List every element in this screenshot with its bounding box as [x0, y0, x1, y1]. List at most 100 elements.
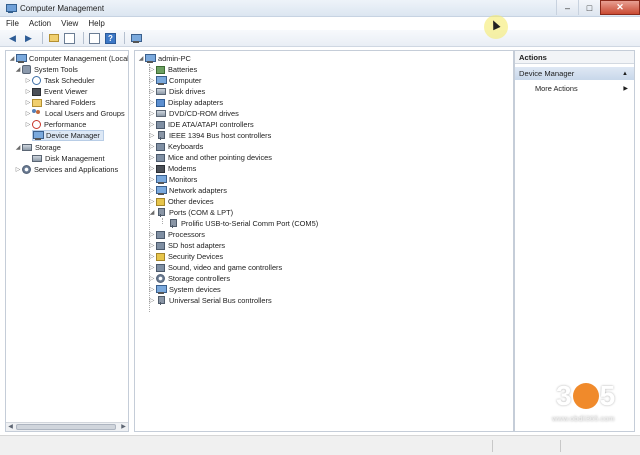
menu-action[interactable]: Action: [29, 19, 51, 28]
expand-arrow-icon[interactable]: ▷: [24, 121, 32, 128]
device-category-network-adapters[interactable]: ▷ Network adapters: [148, 185, 227, 196]
monitor-icon: [156, 175, 167, 184]
expand-arrow-icon[interactable]: ▷: [148, 275, 156, 282]
collapse-arrow-icon[interactable]: ◢: [137, 55, 145, 62]
device-category-keyboards[interactable]: ▷ Keyboards: [148, 141, 204, 152]
window-title: Computer Management: [20, 3, 105, 13]
expand-arrow-icon[interactable]: ▷: [148, 231, 156, 238]
category-label: Processors: [168, 230, 205, 239]
tree-item-label: Disk Management: [45, 154, 105, 163]
category-label: Computer: [169, 76, 202, 85]
device-category-sound[interactable]: ▷ Sound, video and game controllers: [148, 262, 283, 273]
tree-item-device-manager[interactable]: Device Manager: [32, 130, 104, 141]
device-category-processors[interactable]: ▷ Processors: [148, 229, 205, 240]
actions-device-manager[interactable]: Device Manager ▲: [515, 67, 634, 80]
device-category-mice[interactable]: ▷ Mice and other pointing devices: [148, 152, 272, 163]
device-category-disk-drives[interactable]: ▷ Disk drives: [148, 86, 205, 97]
tree-item-performance[interactable]: ▷ Performance: [24, 119, 86, 130]
processor-icon: [156, 230, 165, 239]
expand-arrow-icon[interactable]: ▷: [148, 66, 156, 73]
collapse-arrow-icon[interactable]: ▲: [622, 71, 628, 77]
menu-file[interactable]: File: [6, 19, 19, 28]
device-category-usb[interactable]: ▷ Universal Serial Bus controllers: [148, 295, 272, 306]
expand-arrow-icon[interactable]: ▷: [148, 242, 156, 249]
device-category-monitors[interactable]: ▷ Monitors: [148, 174, 197, 185]
maximize-button[interactable]: □: [578, 0, 600, 15]
device-category-ieee1394[interactable]: ▷ IEEE 1394 Bus host controllers: [148, 130, 271, 141]
device-category-storage-controllers[interactable]: ▷ Storage controllers: [148, 273, 230, 284]
device-tree-pane[interactable]: ◢ admin-PC ▷ Batteries ▷ Computer ▷ Disk…: [134, 50, 514, 432]
expand-arrow-icon[interactable]: ▷: [148, 154, 156, 161]
expand-arrow-icon[interactable]: ▷: [148, 132, 156, 139]
device-category-security[interactable]: ▷ Security Devices: [148, 251, 223, 262]
forward-icon[interactable]: ▶: [22, 32, 35, 45]
horizontal-scrollbar[interactable]: ◀ ▶: [6, 422, 128, 431]
toolbar-divider: [42, 32, 43, 44]
tree-item-root[interactable]: ◢ Computer Management (Local: [8, 53, 128, 64]
tree-item-disk-management[interactable]: Disk Management: [32, 153, 105, 164]
tree-item-storage[interactable]: ◢ Storage: [14, 142, 61, 153]
menu-view[interactable]: View: [61, 19, 78, 28]
tree-item-shared-folders[interactable]: ▷ Shared Folders: [24, 97, 96, 108]
menu-help[interactable]: Help: [88, 19, 104, 28]
expand-arrow-icon[interactable]: ▷: [148, 143, 156, 150]
device-category-batteries[interactable]: ▷ Batteries: [148, 64, 197, 75]
dvd-drive-icon: [156, 110, 166, 117]
tree-item-task-scheduler[interactable]: ▷ Task Scheduler: [24, 75, 95, 86]
navigation-tree-pane[interactable]: ◢ Computer Management (Local ◢ System To…: [5, 50, 129, 432]
tree-item-services[interactable]: ▷ Services and Applications: [14, 164, 118, 175]
expand-arrow-icon[interactable]: ▷: [24, 77, 32, 84]
device-category-ide-controllers[interactable]: ▷ IDE ATA/ATAPI controllers: [148, 119, 254, 130]
expand-arrow-icon[interactable]: ▷: [24, 88, 32, 95]
properties-icon[interactable]: [88, 32, 101, 45]
expand-arrow-icon[interactable]: ▷: [148, 77, 156, 84]
expand-arrow-icon[interactable]: ▷: [14, 166, 22, 173]
show-hide-tree-icon[interactable]: [63, 32, 76, 45]
expand-arrow-icon[interactable]: ▷: [148, 264, 156, 271]
submenu-arrow-icon: ▶: [623, 86, 628, 92]
expand-arrow-icon[interactable]: ▷: [24, 99, 32, 106]
expand-arrow-icon[interactable]: ▷: [148, 176, 156, 183]
expand-arrow-icon[interactable]: ▷: [148, 88, 156, 95]
collapse-arrow-icon[interactable]: ◢: [148, 209, 156, 216]
tree-item-local-users[interactable]: ▷ Local Users and Groups: [24, 108, 125, 119]
back-icon[interactable]: ◀: [6, 32, 19, 45]
device-category-ports[interactable]: ◢ Ports (COM & LPT): [148, 207, 233, 218]
expand-arrow-icon[interactable]: ▷: [148, 165, 156, 172]
category-label: System devices: [169, 285, 221, 294]
expand-arrow-icon[interactable]: ▷: [148, 187, 156, 194]
device-scan-icon[interactable]: [129, 32, 142, 45]
device-category-system-devices[interactable]: ▷ System devices: [148, 284, 221, 295]
device-category-computer[interactable]: ▷ Computer: [148, 75, 201, 86]
more-actions[interactable]: More Actions ▶: [515, 82, 634, 95]
help-icon[interactable]: ?: [104, 32, 117, 45]
expand-arrow-icon[interactable]: ▷: [148, 297, 156, 304]
expand-arrow-icon[interactable]: ▷: [148, 286, 156, 293]
expand-arrow-icon[interactable]: ▷: [148, 253, 156, 260]
collapse-arrow-icon[interactable]: ◢: [14, 144, 22, 151]
close-button[interactable]: ✕: [600, 0, 640, 15]
tree-item-event-viewer[interactable]: ▷ Event Viewer: [24, 86, 88, 97]
up-folder-icon[interactable]: [47, 32, 60, 45]
collapse-arrow-icon[interactable]: ◢: [8, 55, 16, 62]
scroll-right-icon[interactable]: ▶: [119, 423, 128, 431]
expand-arrow-icon[interactable]: ▷: [24, 110, 32, 117]
device-category-dvd-drives[interactable]: ▷ DVD/CD-ROM drives: [148, 108, 239, 119]
device-category-sd-host[interactable]: ▷ SD host adapters: [148, 240, 225, 251]
expand-arrow-icon[interactable]: ▷: [148, 110, 156, 117]
scroll-left-icon[interactable]: ◀: [6, 423, 15, 431]
device-root[interactable]: ◢ admin-PC: [137, 53, 191, 64]
device-prolific-usb-serial[interactable]: Prolific USB-to-Serial Comm Port (COM5): [168, 218, 318, 229]
scrollbar-thumb[interactable]: [16, 424, 116, 430]
expand-arrow-icon[interactable]: ▷: [148, 99, 156, 106]
collapse-arrow-icon[interactable]: ◢: [14, 66, 22, 73]
expand-arrow-icon[interactable]: ▷: [148, 198, 156, 205]
expand-arrow-icon[interactable]: ▷: [148, 121, 156, 128]
device-category-other-devices[interactable]: ▷ Other devices: [148, 196, 214, 207]
status-divider: [492, 440, 493, 452]
device-category-modems[interactable]: ▷ Modems: [148, 163, 197, 174]
shared-folder-icon: [32, 98, 42, 107]
device-category-display-adapters[interactable]: ▷ Display adapters: [148, 97, 223, 108]
minimize-button[interactable]: –: [556, 0, 578, 15]
tree-item-system-tools[interactable]: ◢ System Tools: [14, 64, 78, 75]
